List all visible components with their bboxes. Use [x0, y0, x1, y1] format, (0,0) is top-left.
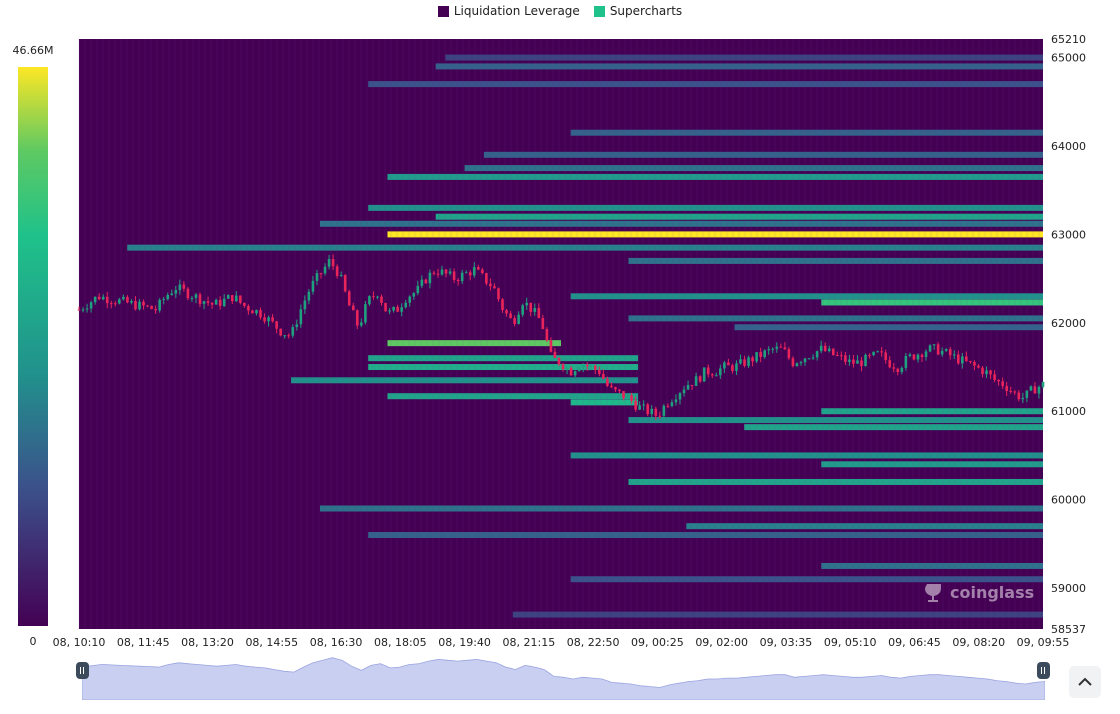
navigator-area: [82, 657, 1045, 700]
plot-grid: [78, 39, 1040, 629]
x-tick-label: 09, 00:25: [631, 636, 684, 649]
y-tick-label: 64000: [1051, 140, 1086, 153]
candle: [279, 328, 282, 337]
candle: [864, 353, 867, 367]
candle: [347, 289, 351, 306]
x-tick-label: 08, 18:05: [374, 636, 427, 649]
x-tick-label: 08, 19:40: [438, 636, 491, 649]
x-tick-label: 08, 11:45: [117, 636, 170, 649]
watermark-text: coinglass: [950, 582, 1035, 602]
liquidation-band-10: [464, 165, 1044, 172]
x-tick-label: 09, 03:35: [760, 636, 813, 649]
x-tick-label: 09, 06:45: [888, 636, 941, 649]
x-tick-label: 08, 10:10: [53, 636, 106, 649]
chevron-up-icon: [1078, 677, 1092, 686]
liquidation-band-32: [821, 562, 1043, 569]
y-tick-label: 61000: [1051, 405, 1086, 418]
scroll-to-top-button[interactable]: [1069, 666, 1101, 698]
candle: [186, 286, 190, 301]
x-tick-label: 09, 09:55: [1017, 636, 1070, 649]
colorbar-max-label: 46.66M: [13, 44, 54, 57]
x-tick-label: 09, 05:10: [824, 636, 877, 649]
liquidation-band-29: [320, 505, 1043, 512]
y-tick-label: 65210: [1051, 33, 1086, 46]
y-tick-label: 65000: [1051, 52, 1086, 65]
y-tick-label: 58537: [1051, 623, 1086, 636]
candle: [364, 300, 367, 325]
candle: [485, 272, 488, 286]
coinglass-watermark: coinglass: [924, 580, 1034, 604]
x-axis: 08, 10:10 08, 11:45 08, 13:20 08, 14:55 08, …: [53, 636, 1070, 649]
candle: [928, 344, 932, 353]
y-tick-label: 59000: [1051, 582, 1086, 595]
x-tick-label: 09, 02:00: [695, 636, 748, 649]
candle: [343, 274, 347, 293]
x-tick-label: 09, 08:20: [952, 636, 1005, 649]
x-tick-label: 08, 21:15: [503, 636, 556, 649]
liquidation-band-2: [821, 299, 1043, 306]
liquidation-band-22: [570, 399, 639, 406]
y-axis: 65210 65000 64000 63000 62000 61000 60000 59000…: [1051, 33, 1086, 636]
navigator-preview[interactable]: [82, 652, 1045, 700]
coinglass-logo-icon: [925, 584, 941, 602]
liquidation-band-34: [512, 611, 1043, 618]
x-tick-label: 08, 14:55: [245, 636, 298, 649]
y-tick-label: 63000: [1051, 228, 1086, 241]
navigator-left-handle[interactable]: [76, 662, 89, 679]
candle: [150, 305, 153, 310]
candle: [831, 348, 835, 356]
liquidation-band-23: [821, 408, 1043, 415]
candle: [545, 327, 549, 342]
liquidation-band-3: [570, 293, 1043, 300]
y-tick-label: 60000: [1051, 494, 1086, 507]
liquidation-band-27: [821, 461, 1043, 468]
colorbar-min-label: 0: [30, 635, 37, 648]
x-tick-label: 08, 13:20: [181, 636, 234, 649]
colorbar: [18, 67, 48, 626]
heatmap-chart[interactable]: 46.66M 0 6521065000640006300062000610006…: [0, 0, 1120, 714]
liquidation-band-26: [570, 452, 1043, 459]
y-tick-label: 62000: [1051, 317, 1086, 330]
candle: [702, 367, 706, 382]
x-tick-label: 08, 22:50: [567, 636, 620, 649]
navigator-right-handle[interactable]: [1037, 662, 1050, 679]
liquidation-band-12: [570, 129, 1043, 136]
liquidation-band-25: [744, 424, 1043, 431]
candle: [912, 353, 916, 361]
x-tick-label: 08, 16:30: [310, 636, 363, 649]
candle: [384, 302, 387, 312]
liquidation-band-6: [320, 220, 1043, 227]
plot-background: [79, 39, 1043, 629]
